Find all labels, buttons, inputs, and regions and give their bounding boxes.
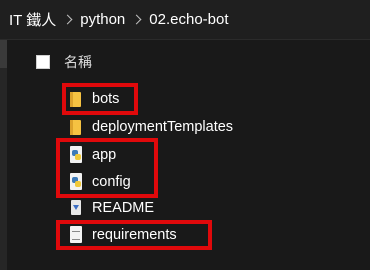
markdown-file-icon [68,199,84,217]
file-name: requirements [92,227,177,243]
file-name: deploymentTemplates [92,119,234,135]
breadcrumb-item-it-iron-man[interactable]: IT 鐵人 [9,9,56,30]
list-item-bots[interactable]: bots [68,86,119,112]
list-item-readme[interactable]: README [68,195,154,221]
python-file-icon [68,146,84,164]
name-column-header[interactable]: 名稱 [64,52,92,72]
list-item-app[interactable]: app [68,142,116,168]
list-item-deploymenttemplates[interactable]: deploymentTemplates [68,114,233,140]
file-explorer-window: IT 鐵人 python 02.echo-bot 名稱 bots deploym… [0,0,370,270]
text-file-icon [68,226,84,244]
file-name: config [92,174,131,190]
list-item-requirements[interactable]: requirements [68,222,177,248]
file-name: app [92,147,117,163]
python-file-icon [68,173,84,191]
breadcrumb-item-python[interactable]: python [80,11,125,28]
folder-icon [68,118,84,136]
file-name: README [92,200,155,216]
breadcrumb-item-echo-bot[interactable]: 02.echo-bot [149,11,228,28]
column-header: 名稱 [36,50,92,74]
file-name: bots [92,91,120,107]
navigation-pane-scrollbar[interactable] [0,40,7,270]
scrollbar-thumb[interactable] [0,40,7,68]
breadcrumb: IT 鐵人 python 02.echo-bot [0,0,370,40]
folder-icon [68,90,84,108]
select-all-checkbox[interactable] [36,55,50,69]
list-item-config[interactable]: config [68,169,131,195]
chevron-right-icon[interactable] [56,13,80,27]
chevron-right-icon[interactable] [125,13,149,27]
